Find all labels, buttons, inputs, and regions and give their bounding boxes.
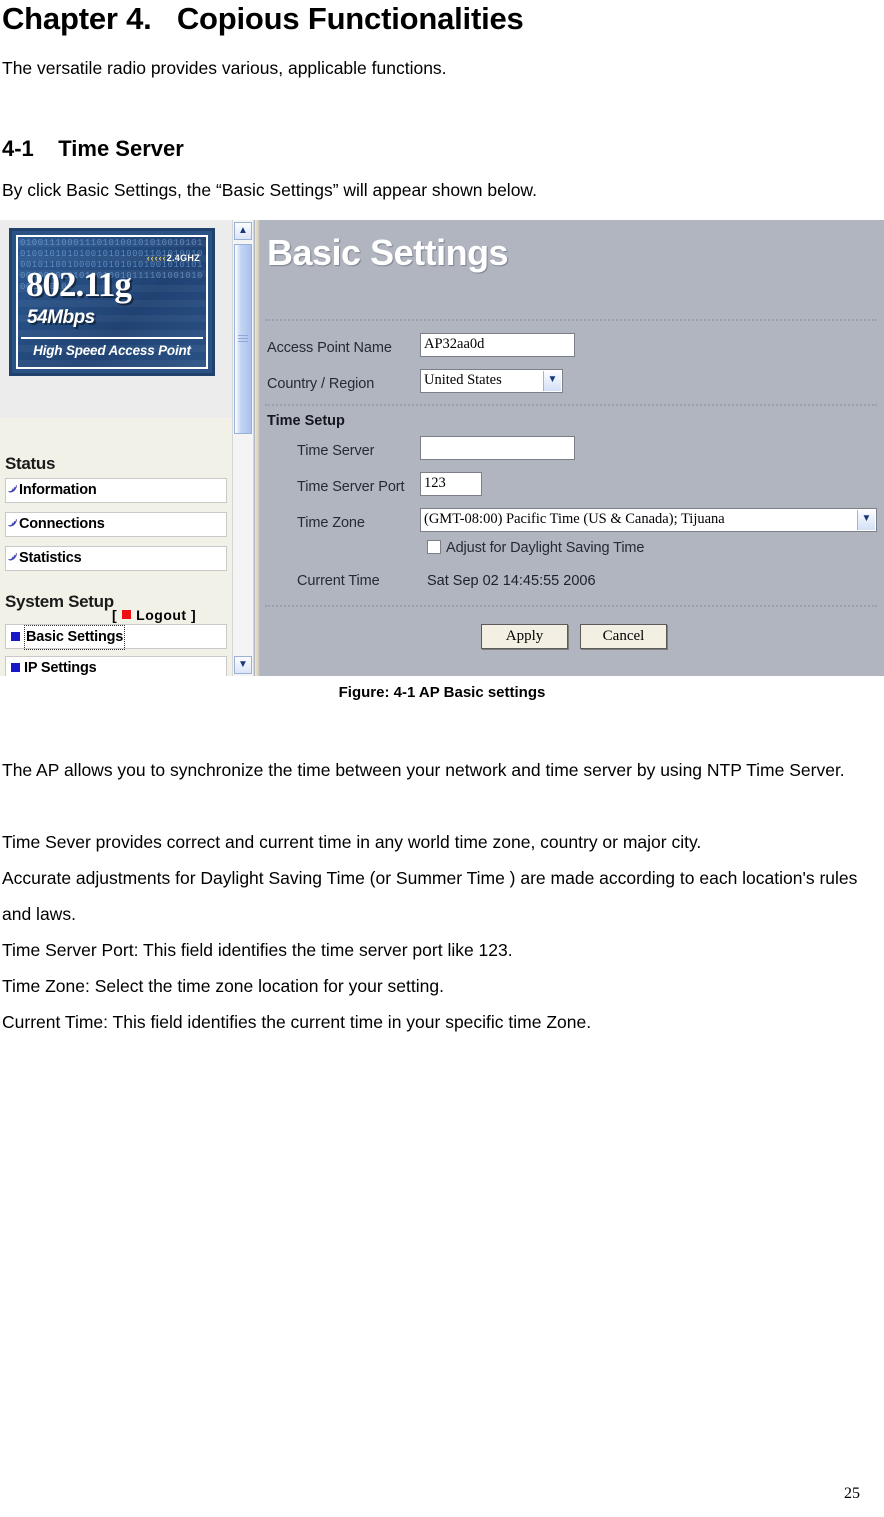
daylight-saving-label: Adjust for Daylight Saving Time (446, 540, 645, 556)
product-tagline: High Speed Access Point (21, 337, 203, 363)
page-title: Basic Settings (267, 232, 509, 273)
scrollbar-thumb[interactable] (234, 244, 252, 434)
sidebar-item-label: Basic Settings (24, 625, 126, 650)
sidebar-item-label: Connections (19, 516, 105, 532)
daylight-saving-checkbox[interactable] (427, 540, 441, 554)
body-paragraph-3: Accurate adjustments for Daylight Saving… (2, 868, 858, 924)
cancel-button[interactable]: Cancel (580, 624, 667, 649)
body-paragraph-4: Time Server Port: This field identifies … (2, 940, 513, 960)
body-paragraph-1: The AP allows you to synchronize the tim… (2, 760, 845, 780)
wifi-standard-label: 802.11g (26, 265, 132, 304)
country-region-select[interactable]: United States ▼ (420, 369, 563, 393)
sidebar-item-information[interactable]: Information (5, 478, 227, 503)
body-paragraph-5: Time Zone: Select the time zone location… (2, 976, 444, 996)
chevron-left-icon: ‹‹‹‹‹ (146, 253, 167, 263)
time-server-input[interactable] (420, 436, 575, 460)
chevron-down-icon[interactable]: ▼ (857, 510, 875, 530)
chevron-down-icon[interactable]: ▼ (543, 371, 561, 391)
access-point-name-label: Access Point Name (267, 340, 392, 356)
body-paragraph-2: Time Sever provides correct and current … (2, 832, 702, 852)
settings-panel: Basic Settings Access Point Name AP32aa0… (255, 220, 884, 676)
chapter-title: Chapter 4. Copious Functionalities (2, 1, 524, 36)
time-zone-select[interactable]: (GMT-08:00) Pacific Time (US & Canada); … (420, 508, 877, 532)
logout-square-icon (122, 610, 132, 619)
scroll-up-icon[interactable]: ▲ (234, 222, 252, 240)
logout-label: Logout (136, 607, 187, 623)
time-zone-label: Time Zone (297, 515, 365, 531)
figure-caption: Figure: 4-1 AP Basic settings (338, 684, 546, 701)
lead-paragraph: By click Basic Settings, the “Basic Sett… (2, 180, 537, 200)
logout-link[interactable]: [Logout ] (112, 607, 196, 623)
page-number: 25 (844, 1485, 860, 1502)
divider (265, 404, 877, 406)
divider (265, 605, 877, 607)
sidebar-item-statistics[interactable]: Statistics (5, 546, 227, 571)
sidebar-group-title-status: Status (5, 454, 56, 473)
current-time-label: Current Time (297, 573, 380, 589)
navigation-sidebar: 0100111000111010100101010010101010010101… (0, 220, 232, 676)
logout-close-bracket: ] (190, 607, 197, 623)
time-server-port-input[interactable]: 123 (420, 472, 482, 496)
scroll-down-icon[interactable]: ▼ (234, 656, 252, 674)
frequency-badge: ‹‹‹‹‹2.4GHZ (147, 253, 200, 263)
blue-square-icon (11, 632, 20, 641)
country-region-label: Country / Region (267, 376, 375, 392)
sidebar-item-ip-settings[interactable]: IP Settings (5, 656, 227, 676)
wireless-wave-icon (6, 547, 19, 570)
document-page: Chapter 4. Copious Functionalities The v… (0, 0, 884, 1517)
embedded-screenshot: 0100111000111010100101010010101010010101… (0, 220, 884, 676)
wireless-wave-icon (6, 479, 19, 502)
wifi-speed-label: 54Mbps (27, 307, 95, 328)
country-region-value: United States (424, 372, 502, 388)
scrollbar-grip-icon (238, 335, 248, 343)
product-logo: 0100111000111010100101010010101010010101… (9, 228, 215, 376)
time-setup-section-label: Time Setup (267, 413, 345, 429)
sidebar-item-label: Statistics (19, 550, 82, 566)
logo-inner-frame: 0100111000111010100101010010101010010101… (16, 235, 208, 369)
vertical-scrollbar[interactable]: ▲ ▼ (232, 220, 254, 676)
blue-square-icon (11, 663, 20, 672)
intro-paragraph: The versatile radio provides various, ap… (2, 58, 447, 78)
sidebar-item-connections[interactable]: Connections (5, 512, 227, 537)
sidebar-item-label: Information (19, 482, 97, 498)
access-point-name-input[interactable]: AP32aa0d (420, 333, 575, 357)
divider (265, 319, 877, 321)
panel-left-edge (255, 220, 260, 676)
body-paragraph-6: Current Time: This field identifies the … (2, 1012, 592, 1032)
section-heading: 4-1 Time Server (2, 136, 184, 161)
sidebar-item-basic-settings[interactable]: Basic Settings (5, 624, 227, 650)
apply-button[interactable]: Apply (481, 624, 568, 649)
time-server-port-label: Time Server Port (297, 479, 405, 495)
sidebar-group-title-system-setup: System Setup (5, 592, 114, 611)
sidebar-item-label: IP Settings (24, 660, 97, 676)
time-zone-value: (GMT-08:00) Pacific Time (US & Canada); … (424, 511, 725, 527)
time-server-label: Time Server (297, 443, 375, 459)
frequency-label: 2.4GHZ (166, 253, 200, 263)
current-time-value: Sat Sep 02 14:45:55 2006 (427, 573, 596, 589)
wireless-wave-icon (6, 513, 19, 536)
